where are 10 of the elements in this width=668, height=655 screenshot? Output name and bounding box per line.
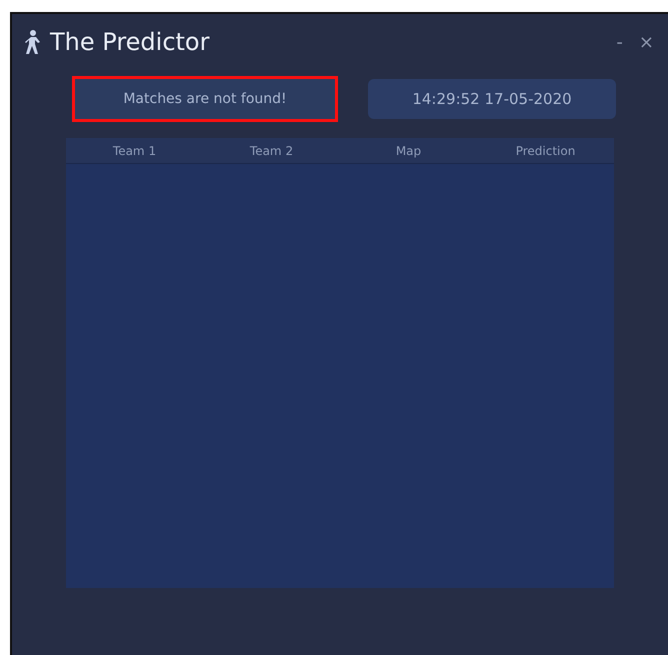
column-header[interactable]: Team 1 [66,142,203,160]
window-title: The Predictor [50,27,210,58]
minimize-button[interactable]: - [608,28,631,56]
column-header[interactable]: Prediction [477,142,614,160]
close-button[interactable]: × [630,28,662,56]
column-header[interactable]: Team 2 [203,142,340,160]
clock-display: 14:29:52 17-05-2020 [368,79,616,119]
status-message: Matches are not found! [72,76,338,122]
runner-icon [24,29,42,55]
column-header[interactable]: Map [340,142,477,160]
